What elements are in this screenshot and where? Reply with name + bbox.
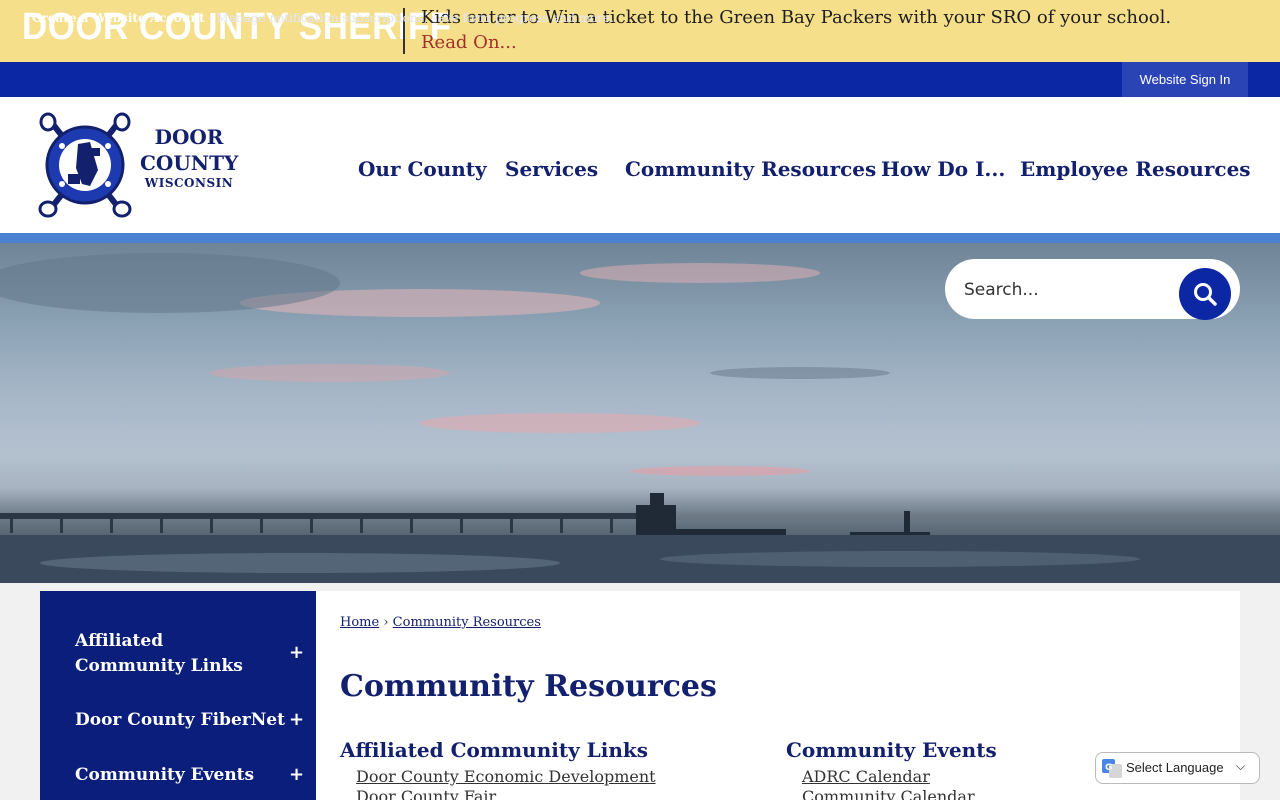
logo-line-3: WISCONSIN (144, 176, 234, 190)
alert-read-on-link[interactable]: Read On... (421, 32, 517, 53)
account-bar-description: - Manage notification subscriptions, sav… (204, 11, 614, 25)
expand-fibernet-icon[interactable]: + (289, 709, 304, 730)
nav-services[interactable]: Services (505, 157, 598, 187)
breadcrumb-separator: › (383, 615, 389, 630)
create-account-link[interactable]: Create a Website Account (32, 11, 205, 25)
nav-community-resources[interactable]: Community Resources (625, 157, 876, 187)
language-selector-label: Select Language (1126, 760, 1224, 775)
account-bar-text: Create a Website Account - Manage notifi… (32, 11, 614, 25)
website-sign-in-button[interactable]: Website Sign In (1122, 62, 1248, 97)
search-button[interactable] (1179, 268, 1231, 320)
nav-our-county[interactable]: Our County (358, 157, 487, 187)
nav-how-do-i[interactable]: How Do I... (881, 157, 1005, 187)
expand-community-events-icon[interactable]: + (289, 764, 304, 785)
breadcrumb-current[interactable]: Community Resources (393, 615, 541, 630)
nav-employee-resources[interactable]: Employee Resources (1020, 157, 1251, 187)
page-title: Community Resources (340, 669, 717, 704)
section-title-affiliated-links[interactable]: Affiliated Community Links (340, 738, 648, 762)
breadcrumb-home[interactable]: Home (340, 615, 379, 630)
logo-wordmark[interactable]: DOOR COUNTY WISCONSIN (140, 124, 238, 190)
sidebar-item-affiliated-community-links[interactable]: Affiliated Community Links (75, 629, 275, 679)
expand-affiliated-links-icon[interactable]: + (289, 642, 304, 663)
logo-line-1: DOOR (154, 125, 224, 149)
chevron-down-icon: ⌵ (1236, 759, 1246, 773)
sidebar-item-community-events[interactable]: Community Events (75, 763, 254, 788)
link-door-county-fair[interactable]: Door County Fair (356, 787, 496, 800)
breadcrumb: Home › Community Resources (340, 615, 541, 630)
account-bar (0, 62, 1280, 97)
header-stripe (0, 233, 1280, 243)
link-adrc-calendar[interactable]: ADRC Calendar (802, 767, 930, 786)
section-title-community-events[interactable]: Community Events (786, 738, 997, 762)
link-community-calendar[interactable]: Community Calendar (802, 787, 975, 800)
search-input[interactable] (964, 276, 1164, 304)
sidebar-item-door-county-fibernet[interactable]: Door County FiberNet (75, 708, 285, 733)
google-translate-icon: G (1102, 759, 1122, 778)
search-icon (1194, 283, 1217, 306)
county-seal-logo[interactable] (38, 112, 132, 218)
svg-text:G: G (1105, 763, 1112, 773)
logo-line-2: COUNTY (140, 151, 239, 175)
link-economic-development[interactable]: Door County Economic Development (356, 767, 656, 786)
